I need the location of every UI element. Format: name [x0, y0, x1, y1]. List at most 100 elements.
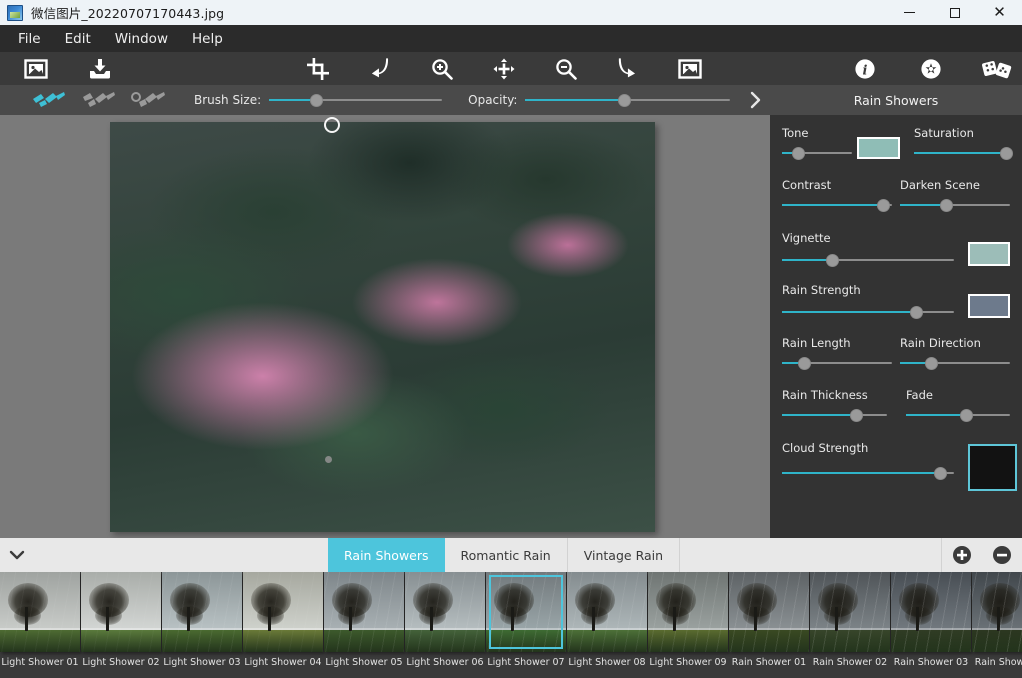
maximize-button[interactable] — [932, 0, 977, 25]
preset-thumbnail[interactable]: Light Shower 01 — [0, 572, 80, 672]
preset-thumbnail[interactable]: Light Shower 09 — [648, 572, 728, 672]
preset-thumbnail-image[interactable] — [486, 572, 566, 652]
vignette-knob[interactable] — [825, 254, 839, 267]
edited-photo[interactable] — [110, 122, 655, 532]
tone-knob[interactable] — [792, 147, 806, 160]
collapse-panel-button[interactable] — [0, 538, 34, 572]
rain-thickness-slider[interactable] — [782, 408, 887, 422]
expand-options-button[interactable] — [742, 85, 770, 115]
image-canvas[interactable] — [0, 115, 770, 538]
svg-text:i: i — [863, 63, 868, 78]
menu-item-help[interactable]: Help — [180, 27, 235, 51]
minimize-button[interactable] — [887, 0, 932, 25]
tab-romantic-rain[interactable]: Romantic Rain — [445, 538, 568, 572]
preset-thumbnail-image[interactable] — [810, 572, 890, 652]
cloud-strength-color-swatch[interactable] — [968, 444, 1017, 491]
rain-direction-knob[interactable] — [924, 357, 938, 370]
preset-thumbnail-label: Light Shower 02 — [82, 656, 160, 668]
rain-thickness-knob[interactable] — [849, 409, 863, 422]
menu-item-file[interactable]: File — [6, 27, 53, 51]
cloud-strength-knob[interactable] — [934, 467, 948, 480]
rain-length-knob[interactable] — [798, 357, 811, 370]
fade-knob[interactable] — [960, 409, 974, 422]
info-button[interactable]: i — [843, 52, 887, 85]
preset-thumbnail[interactable]: Light Shower 05 — [324, 572, 404, 672]
preset-thumbnail[interactable]: Light Shower 06 — [405, 572, 485, 672]
vignette-color-swatch[interactable] — [968, 242, 1010, 266]
zoom-in-button[interactable] — [420, 52, 464, 85]
saturation-knob[interactable] — [1000, 147, 1014, 160]
cloud-strength-slider[interactable] — [782, 466, 954, 480]
brush-size-knob[interactable] — [309, 94, 323, 107]
preset-thumbnail-image[interactable] — [81, 572, 161, 652]
contrast-knob[interactable] — [877, 199, 891, 212]
preset-thumbnail-image[interactable] — [729, 572, 809, 652]
param-row-tone-saturation: Tone Saturation — [782, 126, 1014, 174]
tab-rain-showers[interactable]: Rain Showers — [328, 538, 445, 572]
rain-strength-color-swatch[interactable] — [968, 294, 1010, 318]
preset-thumbnail-image[interactable] — [891, 572, 971, 652]
preset-thumbnail-image[interactable] — [0, 572, 80, 652]
saturation-slider[interactable] — [914, 146, 1014, 160]
random-dice-button[interactable] — [975, 52, 1019, 85]
maximize-icon — [949, 7, 960, 18]
remove-preset-button[interactable] — [982, 538, 1022, 572]
preset-thumbnail[interactable]: Rain Shower 02 — [810, 572, 890, 672]
preset-thumbnail-strip[interactable]: Light Shower 01 Light Shower 02 Light Show… — [0, 572, 1022, 678]
close-button[interactable]: ✕ — [977, 0, 1022, 25]
brush-erase-tool[interactable] — [80, 89, 118, 111]
brush-paint-tool[interactable] — [30, 89, 68, 111]
param-row-contrast-darken: Contrast Darken Scene — [782, 178, 1010, 227]
tone-slider[interactable] — [782, 146, 852, 160]
preset-thumbnail-image[interactable] — [243, 572, 323, 652]
rain-strength-slider[interactable] — [782, 305, 954, 319]
preset-thumbnail[interactable]: Rain Shower 01 — [729, 572, 809, 672]
preset-thumbnail[interactable]: Rain Shower 04 — [972, 572, 1022, 672]
preset-thumbnail[interactable]: Rain Shower 03 — [891, 572, 971, 672]
open-image-button[interactable] — [14, 52, 58, 85]
fit-image-button[interactable] — [668, 52, 712, 85]
rain-direction-slider[interactable] — [900, 356, 1010, 370]
saturation-label: Saturation — [914, 126, 974, 140]
preset-thumbnail-label: Light Shower 04 — [244, 656, 322, 668]
preset-thumbnail-image[interactable] — [972, 572, 1022, 652]
rain-strength-knob[interactable] — [910, 306, 924, 319]
tab-vintage-rain[interactable]: Vintage Rain — [568, 538, 681, 572]
darken-scene-knob[interactable] — [940, 199, 954, 212]
rain-direction-label: Rain Direction — [900, 336, 981, 350]
opacity-knob[interactable] — [617, 94, 631, 107]
zoom-out-button[interactable] — [544, 52, 588, 85]
fade-slider[interactable] — [906, 408, 1010, 422]
add-preset-button[interactable] — [942, 538, 982, 572]
preset-thumbnail[interactable]: Light Shower 03 — [162, 572, 242, 672]
crop-button[interactable] — [296, 52, 340, 85]
preset-thumbnail[interactable]: Light Shower 02 — [81, 572, 161, 672]
preset-thumbnail[interactable]: Light Shower 04 — [243, 572, 323, 672]
preset-thumbnail-image[interactable] — [567, 572, 647, 652]
preset-thumbnail-image[interactable] — [162, 572, 242, 652]
effects-button[interactable] — [909, 52, 953, 85]
param-row-rain-strength: Rain Strength — [782, 283, 1010, 332]
menu-item-window[interactable]: Window — [103, 27, 180, 51]
main-toolbar: i — [0, 52, 1022, 85]
preset-thumbnail[interactable]: Light Shower 07 — [486, 572, 566, 672]
zoom-out-icon — [556, 58, 577, 80]
brush-reset-tool[interactable] — [130, 89, 168, 111]
preset-thumbnail-image[interactable] — [648, 572, 728, 652]
redo-button[interactable] — [606, 52, 650, 85]
preset-thumbnail-image[interactable] — [324, 572, 404, 652]
chevron-right-icon — [750, 91, 761, 109]
vignette-slider[interactable] — [782, 253, 954, 267]
preset-thumbnail-image[interactable] — [405, 572, 485, 652]
rain-length-slider[interactable] — [782, 356, 892, 370]
pan-move-button[interactable] — [482, 52, 526, 85]
save-image-button[interactable] — [78, 52, 122, 85]
undo-button[interactable] — [358, 52, 402, 85]
opacity-slider[interactable] — [525, 93, 731, 107]
tone-color-swatch[interactable] — [857, 137, 900, 159]
menu-item-edit[interactable]: Edit — [53, 27, 103, 51]
contrast-slider[interactable] — [782, 198, 892, 212]
darken-scene-slider[interactable] — [900, 198, 1010, 212]
preset-thumbnail[interactable]: Light Shower 08 — [567, 572, 647, 672]
brush-size-slider[interactable] — [269, 93, 443, 107]
